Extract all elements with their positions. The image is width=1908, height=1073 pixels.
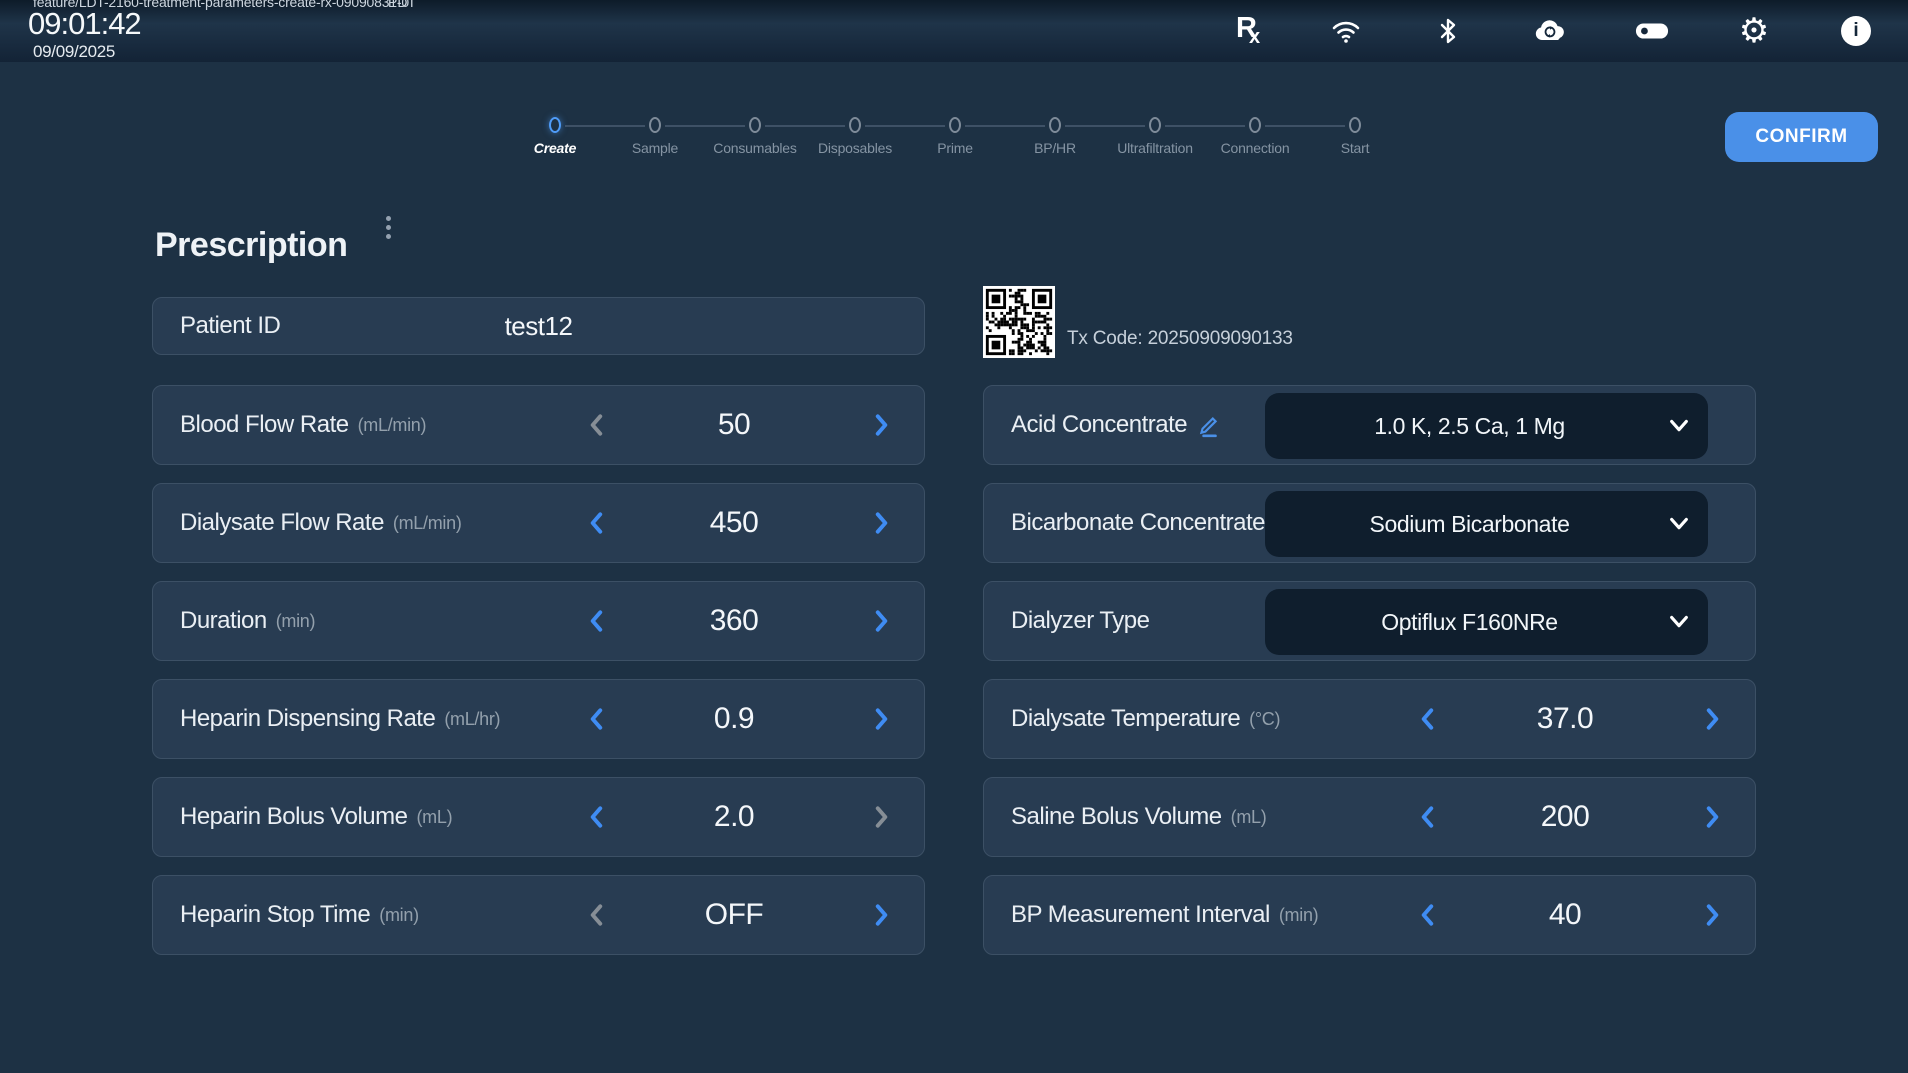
step-circle xyxy=(749,117,761,133)
tx-qr-block: Tx Code: 20250909090133 xyxy=(983,286,1293,358)
unit-label: (mL) xyxy=(416,807,452,828)
step-circle xyxy=(1249,117,1261,133)
top-status-bar: feature/LDT-2160-treatment-parameters-cr… xyxy=(0,0,1908,62)
increment-button[interactable] xyxy=(863,876,899,954)
step-sample[interactable]: Sample xyxy=(605,117,705,156)
step-circle xyxy=(1149,117,1161,133)
increment-button[interactable] xyxy=(863,386,899,464)
dialysate-flow-rate-row: Dialysate Flow Rate(mL/min) 450 xyxy=(152,483,925,563)
increment-button[interactable] xyxy=(1694,778,1730,856)
confirm-button[interactable]: CONFIRM xyxy=(1725,112,1878,162)
qr-code xyxy=(983,286,1055,358)
decrement-button[interactable] xyxy=(579,484,615,562)
heparin-bolus-volume-row: Heparin Bolus Volume(mL) 2.0 xyxy=(152,777,925,857)
heparin-dispensing-rate-row: Heparin Dispensing Rate(mL/hr) 0.9 xyxy=(152,679,925,759)
step-circle xyxy=(949,117,961,133)
decrement-button[interactable] xyxy=(1410,778,1446,856)
prescription-screen: feature/LDT-2160-treatment-parameters-cr… xyxy=(0,0,1908,1073)
step-bphr[interactable]: BP/HR xyxy=(1005,117,1105,156)
chevron-down-icon xyxy=(1668,417,1690,440)
unit-label: (min) xyxy=(276,611,316,632)
cloud-sync-icon xyxy=(1533,14,1567,48)
step-connection[interactable]: Connection xyxy=(1205,117,1305,156)
step-circle xyxy=(1349,117,1361,133)
param-value: 37.0 xyxy=(1485,680,1645,758)
unit-label: (°C) xyxy=(1249,709,1280,730)
decrement-button[interactable] xyxy=(579,876,615,954)
decrement-button[interactable] xyxy=(1410,680,1446,758)
chevron-down-icon xyxy=(1668,613,1690,636)
kebab-menu-icon[interactable] xyxy=(386,212,406,242)
param-value: 200 xyxy=(1485,778,1645,856)
chevron-down-icon xyxy=(1668,515,1690,538)
page-title: Prescription xyxy=(155,226,347,265)
param-value: 40 xyxy=(1485,876,1645,954)
increment-button[interactable] xyxy=(863,778,899,856)
step-circle xyxy=(649,117,661,133)
unit-label: (min) xyxy=(1279,905,1319,926)
saline-bolus-volume-row: Saline Bolus Volume(mL) 200 xyxy=(983,777,1756,857)
timezone-label: PDT xyxy=(388,0,416,10)
step-circle xyxy=(849,117,861,133)
blood-flow-rate-row: Blood Flow Rate(mL/min) 50 xyxy=(152,385,925,465)
increment-button[interactable] xyxy=(863,582,899,660)
step-circle xyxy=(549,117,561,133)
increment-button[interactable] xyxy=(1694,680,1730,758)
patient-id-row[interactable]: Patient ID test12 xyxy=(152,297,925,355)
decrement-button[interactable] xyxy=(1410,876,1446,954)
dialyzer-type-dropdown[interactable]: Optiflux F160NRe xyxy=(1265,589,1708,655)
unit-label: (mL/min) xyxy=(393,513,462,534)
step-create[interactable]: Create xyxy=(505,117,605,156)
battery-icon xyxy=(1635,14,1669,48)
param-value: 2.0 xyxy=(654,778,814,856)
increment-button[interactable] xyxy=(863,484,899,562)
step-prime[interactable]: Prime xyxy=(905,117,1005,156)
settings-gear-icon[interactable]: ⚙ xyxy=(1737,14,1771,48)
bicarbonate-concentrate-row: Bicarbonate Concentrate Sodium Bicarbona… xyxy=(983,483,1756,563)
decrement-button[interactable] xyxy=(579,680,615,758)
decrement-button[interactable] xyxy=(579,582,615,660)
clock-time: 09:01:42 xyxy=(28,6,141,42)
acid-concentrate-row: Acid Concentrate 1.0 K, 2.5 Ca, 1 Mg xyxy=(983,385,1756,465)
bicarbonate-concentrate-dropdown[interactable]: Sodium Bicarbonate xyxy=(1265,491,1708,557)
decrement-button[interactable] xyxy=(579,778,615,856)
patient-id-value[interactable]: test12 xyxy=(153,298,924,354)
param-value: 450 xyxy=(654,484,814,562)
unit-label: (min) xyxy=(379,905,419,926)
increment-button[interactable] xyxy=(1694,876,1730,954)
step-circle xyxy=(1049,117,1061,133)
step-consumables[interactable]: Consumables xyxy=(705,117,805,156)
heparin-stop-time-row: Heparin Stop Time(min) OFF xyxy=(152,875,925,955)
step-ultrafiltration[interactable]: Ultrafiltration xyxy=(1105,117,1205,156)
param-value: 50 xyxy=(654,386,814,464)
wifi-icon xyxy=(1329,14,1363,48)
unit-label: (mL/hr) xyxy=(444,709,500,730)
step-start[interactable]: Start xyxy=(1305,117,1405,156)
dialyzer-type-row: Dialyzer Type Optiflux F160NRe xyxy=(983,581,1756,661)
acid-concentrate-dropdown[interactable]: 1.0 K, 2.5 Ca, 1 Mg xyxy=(1265,393,1708,459)
param-value: 360 xyxy=(654,582,814,660)
clock-date: 09/09/2025 xyxy=(33,42,115,62)
info-icon[interactable]: i xyxy=(1839,14,1873,48)
step-disposables[interactable]: Disposables xyxy=(805,117,905,156)
unit-label: (mL) xyxy=(1231,807,1267,828)
param-value: OFF xyxy=(654,876,814,954)
dialysate-temperature-row: Dialysate Temperature(°C) 37.0 xyxy=(983,679,1756,759)
increment-button[interactable] xyxy=(863,680,899,758)
rx-icon: Rx xyxy=(1232,14,1266,48)
bluetooth-icon xyxy=(1431,14,1465,48)
decrement-button[interactable] xyxy=(579,386,615,464)
unit-label: (mL/min) xyxy=(358,415,427,436)
param-value: 0.9 xyxy=(654,680,814,758)
duration-row: Duration(min) 360 xyxy=(152,581,925,661)
bp-measurement-interval-row: BP Measurement Interval(min) 40 xyxy=(983,875,1756,955)
tx-code-label: Tx Code: 20250909090133 xyxy=(1067,328,1293,358)
edit-pencil-icon[interactable] xyxy=(1196,412,1222,438)
